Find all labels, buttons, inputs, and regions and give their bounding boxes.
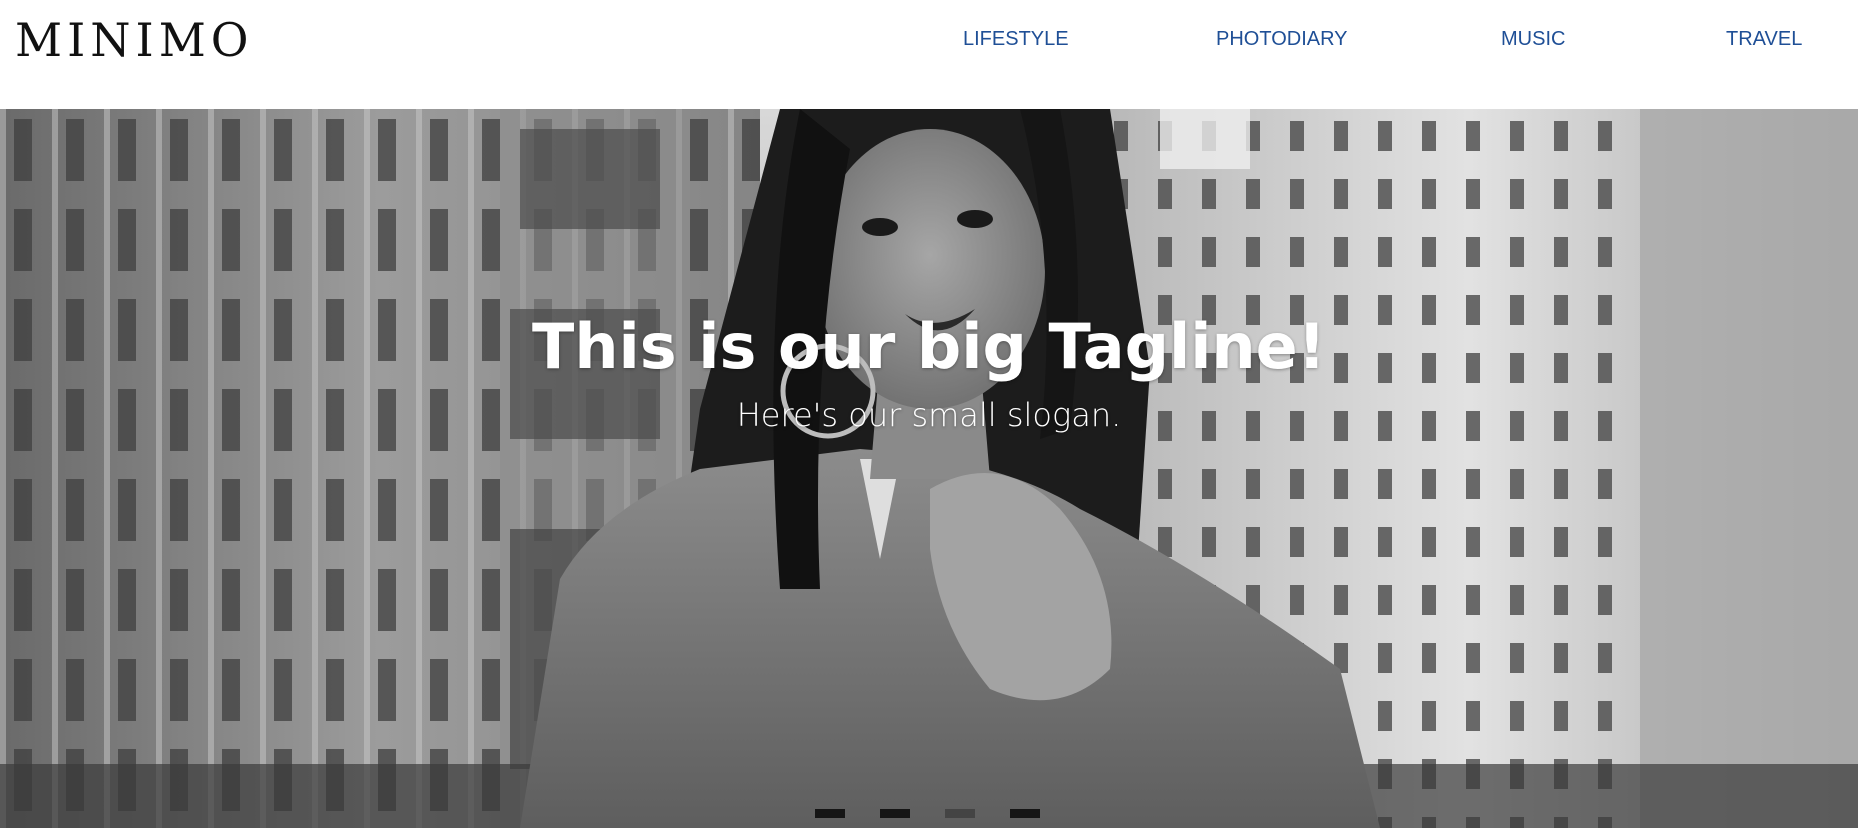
nav-link-music[interactable]: MUSIC	[1501, 27, 1565, 51]
hero-slider: This is our big Tagline! Here's our smal…	[0, 109, 1858, 828]
nav-link-photodiary[interactable]: PHOTODIARY	[1216, 27, 1348, 51]
site-header: MINIMO LIFESTYLE PHOTODIARY MUSIC TRAVEL	[0, 0, 1858, 109]
nav-link-lifestyle[interactable]: LIFESTYLE	[963, 27, 1069, 51]
slider-dot-2[interactable]	[880, 809, 910, 818]
nav-link-travel[interactable]: TRAVEL	[1726, 27, 1802, 51]
hero-slogan: Here's our small slogan.	[736, 396, 1122, 434]
hero-image	[0, 109, 1858, 828]
hero-tagline: This is our big Tagline!	[532, 309, 1326, 383]
slider-dot-1[interactable]	[815, 809, 845, 818]
slider-dot-3-active[interactable]	[945, 809, 975, 818]
site-logo[interactable]: MINIMO	[15, 14, 254, 66]
slider-dot-4[interactable]	[1010, 809, 1040, 818]
